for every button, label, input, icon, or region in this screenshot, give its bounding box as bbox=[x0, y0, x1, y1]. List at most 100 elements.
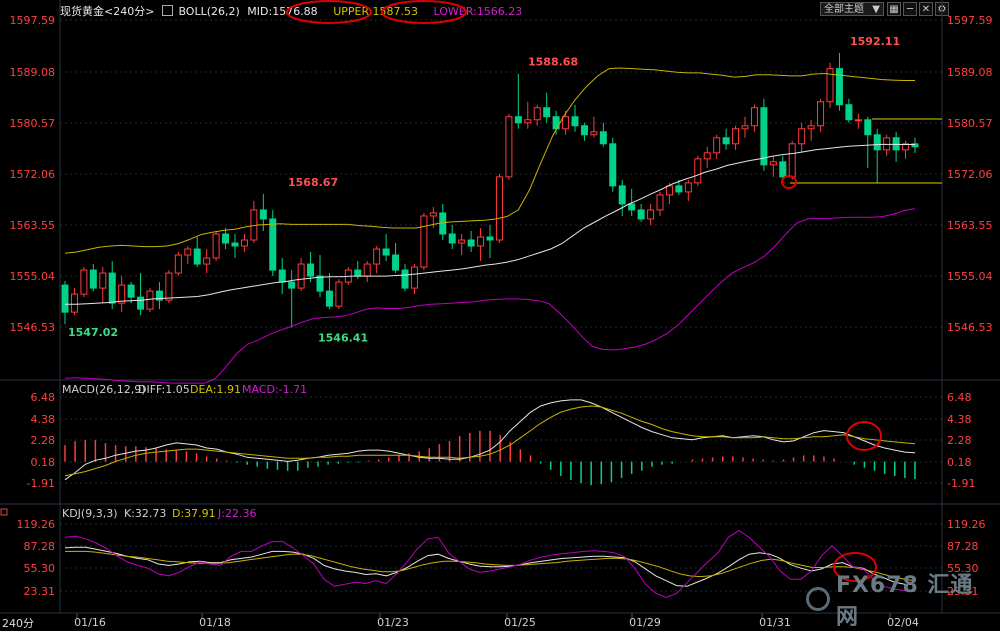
macd-diff-label: DIFF:1.05 bbox=[138, 383, 190, 396]
macd-dea-label: DEA:1.91 bbox=[190, 383, 241, 396]
candle-body bbox=[580, 125, 588, 136]
kdj-j-label: J:22.36 bbox=[217, 507, 256, 520]
candle-body bbox=[184, 248, 192, 256]
candle-body bbox=[807, 125, 815, 130]
chart-canvas: 1597.59 1597.59 1589.08 1589.08 1580.57 1580.… bbox=[0, 0, 1000, 629]
candle-body bbox=[798, 128, 806, 145]
candle-body bbox=[278, 269, 286, 283]
candle-body bbox=[288, 281, 296, 289]
candle-body bbox=[571, 116, 579, 127]
price-annotation: 1546.41 bbox=[318, 332, 368, 345]
kdj-y-tick-left: 119.26 bbox=[17, 518, 56, 531]
y-tick-label-right: 1555.04 bbox=[947, 270, 993, 283]
candle-body bbox=[363, 263, 371, 277]
highlight-circle-low-point bbox=[781, 175, 797, 189]
candle-body bbox=[477, 236, 485, 247]
candle-body bbox=[231, 242, 239, 247]
y-tick-label-left: 1555.04 bbox=[10, 270, 56, 283]
candle-body bbox=[543, 107, 551, 118]
watermark: FX678 汇通网 bbox=[806, 573, 996, 630]
y-tick-label-right: 1597.59 bbox=[947, 14, 993, 27]
candle-body bbox=[203, 257, 211, 265]
x-tick-label: 01/23 bbox=[377, 616, 409, 629]
macd-y-tick-left: 0.18 bbox=[31, 456, 56, 469]
candle-body bbox=[741, 125, 749, 130]
macd-y-tick-right: 6.48 bbox=[947, 391, 972, 404]
candle-body bbox=[760, 107, 768, 166]
candle-body bbox=[647, 209, 655, 220]
candle-body bbox=[684, 182, 692, 193]
candle-body bbox=[486, 236, 494, 241]
candle-body bbox=[854, 119, 862, 122]
y-tick-label-left: 1572.06 bbox=[10, 168, 56, 181]
kdj-d-label: D:37.91 bbox=[172, 507, 216, 520]
candle-body bbox=[165, 272, 173, 301]
candle-body bbox=[505, 116, 513, 178]
y-tick-label-right: 1563.55 bbox=[947, 219, 993, 232]
candle-body bbox=[193, 248, 201, 265]
candle-body bbox=[297, 263, 305, 289]
price-annotation: 1592.11 bbox=[850, 35, 900, 48]
y-tick-label-left: 1546.53 bbox=[10, 321, 56, 334]
kdj-marker-icon bbox=[0, 508, 8, 516]
timeframe-label[interactable]: 240分 bbox=[2, 615, 34, 631]
candle-body bbox=[70, 293, 78, 313]
boll-mid-line bbox=[65, 143, 915, 305]
macd-y-tick-right: 4.38 bbox=[947, 413, 972, 426]
candle-body bbox=[883, 137, 891, 151]
kdj-y-tick-left: 23.31 bbox=[24, 585, 56, 598]
candle-body bbox=[89, 269, 97, 289]
macd-y-tick-left: 6.48 bbox=[31, 391, 56, 404]
x-tick-label: 01/29 bbox=[629, 616, 661, 629]
candle-body bbox=[222, 233, 230, 244]
candle-body bbox=[835, 68, 843, 106]
chart-window: { "header": { "symbol": "现货黄金<240分>", "b… bbox=[0, 0, 1000, 631]
kdj-name: KDJ(9,3,3) bbox=[62, 507, 118, 520]
candle-body bbox=[401, 269, 409, 289]
candle-body bbox=[307, 263, 315, 277]
candle-body bbox=[722, 137, 730, 145]
candle-body bbox=[118, 284, 126, 304]
candle-body bbox=[628, 203, 636, 211]
candle-body bbox=[703, 152, 711, 160]
macd-y-tick-right: 0.18 bbox=[947, 456, 972, 469]
highlight-circle-lower bbox=[381, 0, 467, 24]
candle-body bbox=[514, 116, 522, 124]
candle-body bbox=[495, 176, 503, 241]
candle-body bbox=[127, 284, 135, 298]
candle-body bbox=[174, 254, 182, 274]
candle-body bbox=[590, 131, 598, 136]
price-annotation: 1568.67 bbox=[288, 176, 338, 189]
candle-body bbox=[80, 269, 88, 295]
y-tick-label-left: 1580.57 bbox=[10, 117, 56, 130]
candle-body bbox=[259, 209, 267, 220]
kdj-y-tick-left: 55.30 bbox=[24, 562, 56, 575]
candle-body bbox=[467, 239, 475, 247]
candle-body bbox=[61, 284, 69, 313]
candle-body bbox=[335, 281, 343, 307]
candle-body bbox=[599, 131, 607, 145]
candle-body bbox=[779, 161, 787, 178]
candle-body bbox=[562, 116, 570, 130]
macd-name: MACD(26,12,9) bbox=[62, 383, 146, 396]
candle-body bbox=[769, 161, 777, 166]
candle-body bbox=[637, 209, 645, 220]
kdj-y-tick-right: 87.28 bbox=[947, 540, 979, 553]
candle-body bbox=[524, 119, 532, 124]
kdj-k-label: K:32.73 bbox=[124, 507, 166, 520]
candle-body bbox=[618, 185, 626, 205]
candle-body bbox=[675, 185, 683, 193]
candle-body bbox=[373, 248, 381, 265]
candle-body bbox=[316, 275, 324, 292]
x-tick-label: 01/18 bbox=[199, 616, 231, 629]
candle-body bbox=[694, 158, 702, 184]
candle-body bbox=[410, 266, 418, 289]
candle-body bbox=[448, 233, 456, 244]
y-tick-label-right: 1546.53 bbox=[947, 321, 993, 334]
y-tick-label-left: 1563.55 bbox=[10, 219, 56, 232]
candle-body bbox=[656, 194, 664, 211]
x-tick-label: 01/25 bbox=[504, 616, 536, 629]
candle-body bbox=[212, 233, 220, 259]
macd-y-tick-right: 2.28 bbox=[947, 434, 972, 447]
candle-body bbox=[845, 104, 853, 121]
